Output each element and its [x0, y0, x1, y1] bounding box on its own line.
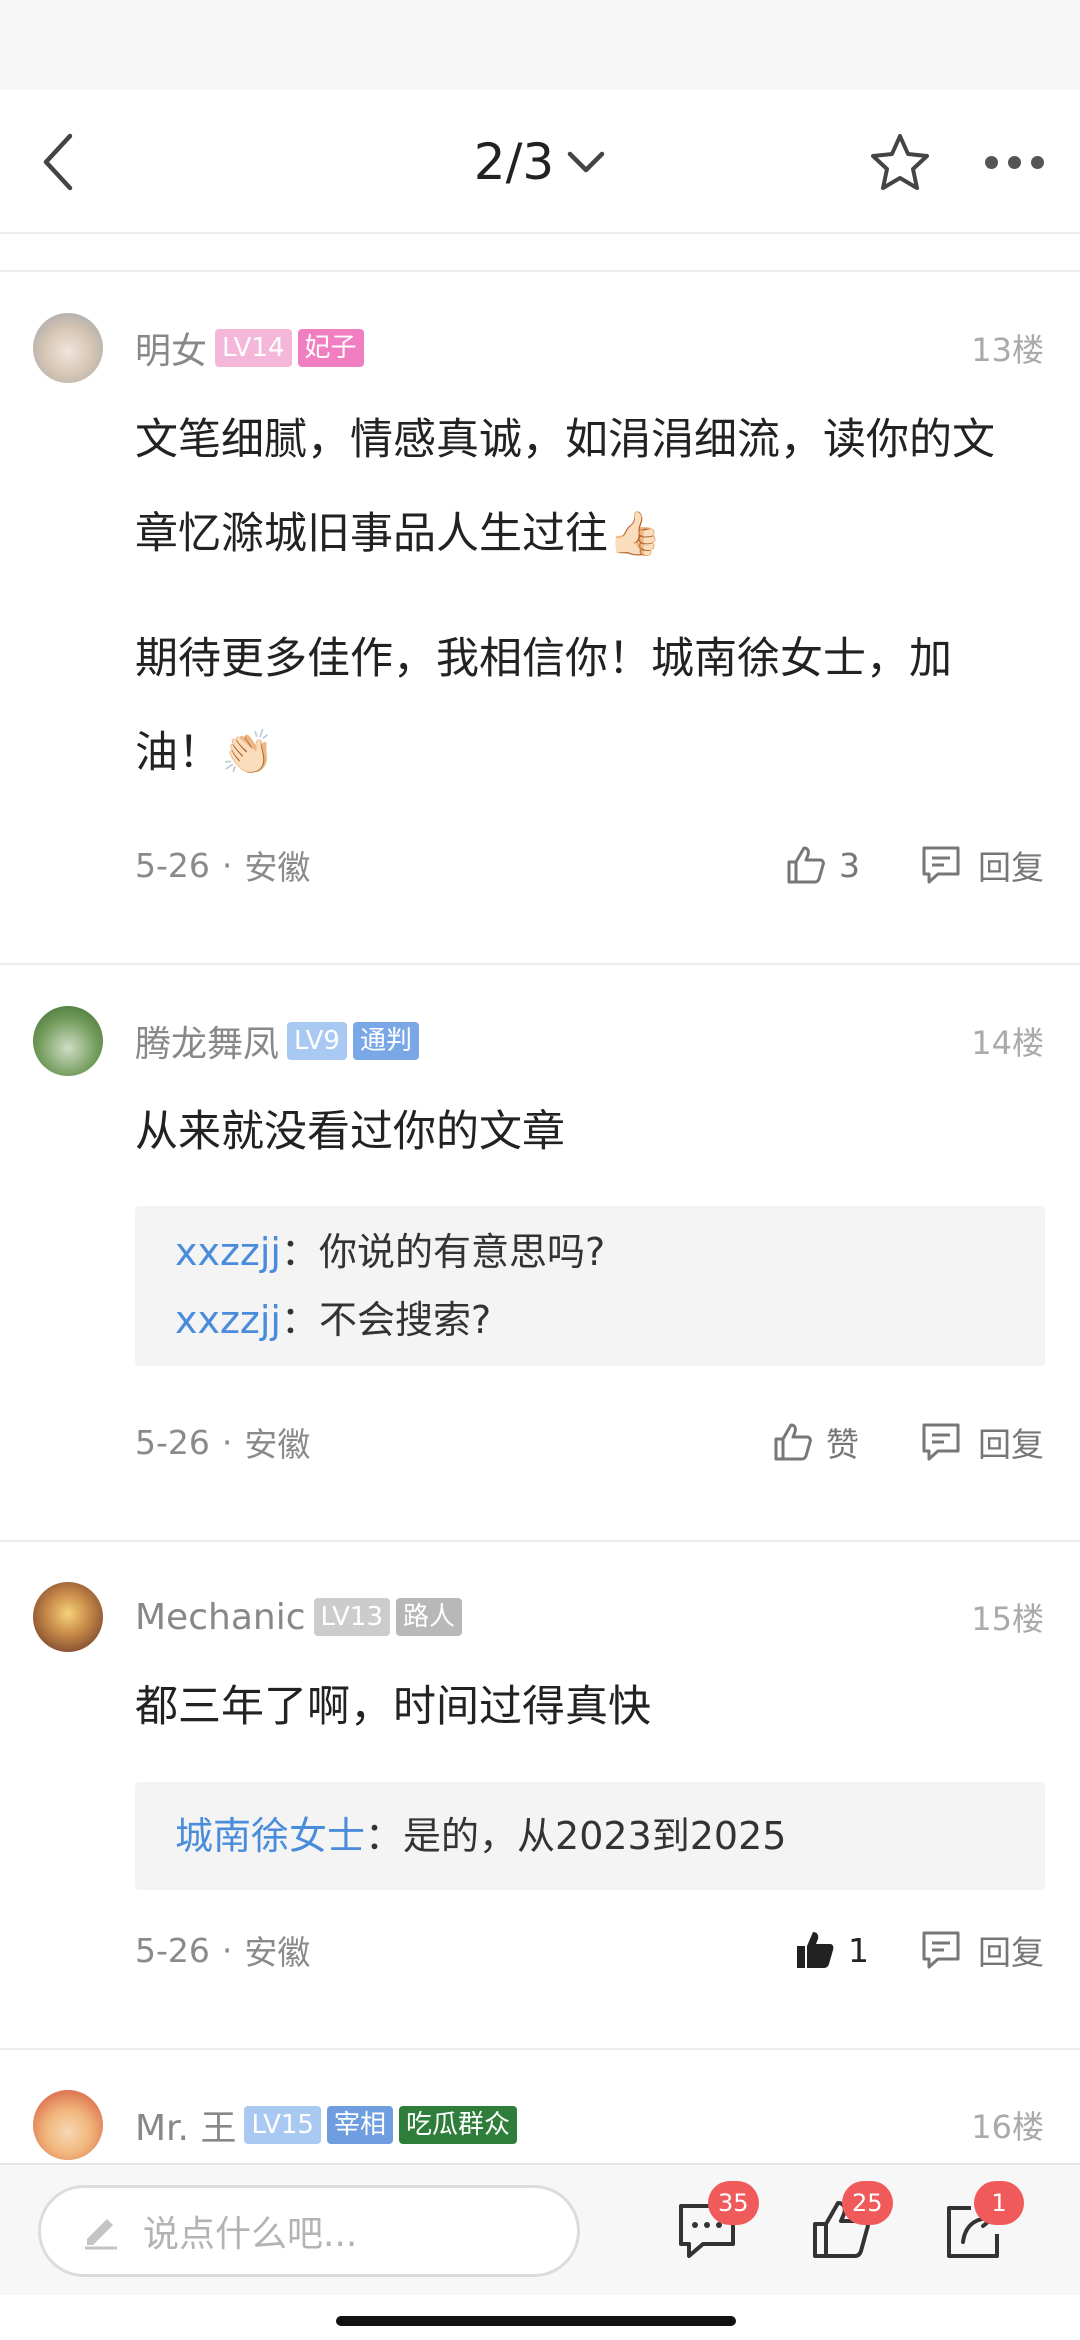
- title-badge: 路人: [396, 1598, 463, 1636]
- thumbs-up-icon: [787, 846, 825, 884]
- username[interactable]: Mr. 王: [135, 2099, 236, 2151]
- like-button[interactable]: 赞: [772, 1412, 859, 1472]
- divider: [0, 2048, 1080, 2050]
- comment-header: Mr. 王 LV15 宰相 吃瓜群众: [135, 2090, 523, 2160]
- avatar[interactable]: [33, 2090, 103, 2160]
- reply-thread[interactable]: 城南徐女士：是的，从2023到2025: [135, 1782, 1045, 1890]
- avatar[interactable]: [33, 313, 103, 383]
- bottom-action-bar: 说点什么吧... 35 25 1: [0, 2163, 1080, 2295]
- divider: [0, 1540, 1080, 1542]
- nav-bar: 2/3: [0, 90, 1080, 234]
- comment-text: 从来就没看过你的文章: [135, 1107, 565, 1157]
- page-indicator: 2/3: [473, 133, 555, 191]
- comment-icon: [922, 1931, 960, 1969]
- reply-text: 你说的有意思吗?: [319, 1230, 606, 1274]
- favorite-button[interactable]: [864, 126, 936, 198]
- chevron-down-icon: [566, 149, 606, 175]
- reply-thread[interactable]: xxzzjj：你说的有意思吗? xxzzjj：不会搜索?: [135, 1206, 1045, 1366]
- comment-header: Mechanic LV13 路人: [135, 1582, 468, 1652]
- comment-icon: [922, 1423, 960, 1461]
- avatar[interactable]: [33, 1006, 103, 1076]
- floor-number: 14楼: [971, 1024, 1044, 1062]
- reply-item: xxzzjj：你说的有意思吗?: [175, 1230, 606, 1274]
- floor-number: 13楼: [971, 331, 1044, 369]
- divider: [0, 270, 1080, 272]
- reply-text: 是的，从2023到2025: [403, 1814, 787, 1858]
- reply-item: xxzzjj：不会搜索?: [175, 1298, 492, 1342]
- star-icon: [871, 134, 929, 190]
- like-count: 3: [839, 845, 860, 885]
- title-badge: 妃子: [297, 329, 364, 367]
- more-dot: [1007, 155, 1021, 169]
- comment-date: 5-26: [135, 845, 210, 885]
- share-count-badge: 1: [974, 2181, 1024, 2225]
- comment-text: 文笔细腻，情感真诚，如涓涓细流，读你的文章忆滁城旧事品人生过往👍🏻: [135, 415, 995, 559]
- floor-number: 15楼: [971, 1600, 1044, 1638]
- comment-icon: [922, 846, 960, 884]
- comment-location: 安徽: [244, 848, 311, 887]
- reply-button[interactable]: 回复: [920, 835, 1044, 895]
- status-bar: [0, 0, 1080, 90]
- reply-author[interactable]: xxzzjj: [175, 1230, 281, 1274]
- username[interactable]: 明女: [135, 322, 207, 374]
- level-badge: LV15: [244, 2106, 321, 2144]
- comment-meta: 5-26 · 安徽: [135, 835, 310, 895]
- reply-label: 回复: [978, 1425, 1044, 1464]
- likes-count-badge: 25: [842, 2181, 893, 2225]
- comment-header: 明女 LV14 妃子: [135, 313, 370, 383]
- comment-meta: 5-26 · 安徽: [135, 1920, 310, 1980]
- level-badge: LV13: [313, 1598, 390, 1636]
- comment-date: 5-26: [135, 1422, 210, 1462]
- share-button[interactable]: 1: [938, 2181, 1024, 2265]
- title-badge: 宰相: [326, 2106, 393, 2144]
- level-badge: LV9: [287, 1022, 347, 1060]
- extra-badge: 吃瓜群众: [398, 2106, 517, 2144]
- pencil-icon: [85, 2219, 117, 2250]
- thumbs-up-filled-icon: [797, 1932, 834, 1968]
- reply-author[interactable]: 城南徐女士: [175, 1814, 365, 1858]
- divider: [0, 963, 1080, 965]
- username[interactable]: 腾龙舞凤: [135, 1015, 279, 1067]
- comment-date: 5-26: [135, 1930, 210, 1970]
- reply-author[interactable]: xxzzjj: [175, 1298, 281, 1342]
- comments-button[interactable]: 35: [672, 2181, 759, 2265]
- reply-text: 不会搜索?: [319, 1298, 492, 1342]
- reply-button[interactable]: 回复: [920, 1920, 1044, 1980]
- comment-location: 安徽: [244, 1425, 311, 1464]
- comment-header: 腾龙舞凤 LV9 通判: [135, 1006, 425, 1076]
- like-button[interactable]: 3: [785, 835, 860, 895]
- like-button[interactable]: 1: [794, 1920, 869, 1980]
- home-indicator[interactable]: [336, 2316, 736, 2326]
- reply-button[interactable]: 回复: [920, 1412, 1044, 1472]
- more-button[interactable]: [974, 126, 1054, 198]
- likes-button[interactable]: 25: [806, 2181, 893, 2265]
- comments-count-badge: 35: [708, 2181, 759, 2225]
- reply-label: 回复: [978, 1933, 1044, 1972]
- comment-location: 安徽: [244, 1933, 311, 1972]
- comment-input-placeholder: 说点什么吧...: [143, 2214, 358, 2255]
- level-badge: LV14: [215, 329, 292, 367]
- reply-label: 回复: [978, 848, 1044, 887]
- reply-item: 城南徐女士：是的，从2023到2025: [175, 1814, 787, 1858]
- thumbs-up-icon: [774, 1423, 812, 1461]
- floor-number: 16楼: [971, 2108, 1044, 2146]
- comment-text: 都三年了啊，时间过得真快: [135, 1682, 651, 1732]
- like-count: 1: [848, 1930, 869, 1970]
- comment-text: 期待更多佳作，我相信你！城南徐女士，加油！👏🏻: [135, 634, 952, 778]
- comment-meta: 5-26 · 安徽: [135, 1412, 310, 1472]
- username[interactable]: Mechanic: [135, 1597, 306, 1638]
- more-dot: [1030, 155, 1044, 169]
- comment-input[interactable]: 说点什么吧...: [38, 2185, 580, 2277]
- avatar[interactable]: [33, 1582, 103, 1652]
- more-dot: [984, 155, 998, 169]
- title-badge: 通判: [352, 1022, 419, 1060]
- like-label: 赞: [826, 1425, 859, 1464]
